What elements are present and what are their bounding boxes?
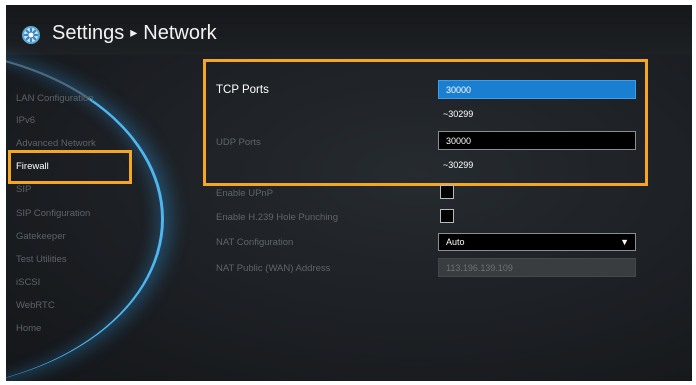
sidebar-item-gatekeeper[interactable]: Gatekeeper bbox=[16, 231, 66, 242]
nat-public-address-label: NAT Public (WAN) Address bbox=[216, 263, 331, 274]
enable-h239-label: Enable H.239 Hole Punching bbox=[216, 212, 339, 223]
nat-configuration-select[interactable]: Auto ▼ bbox=[438, 233, 636, 251]
udp-ports-range: ~30299 bbox=[443, 160, 474, 170]
enable-upnp-checkbox[interactable] bbox=[440, 185, 454, 199]
sidebar-item-sip-configuration[interactable]: SIP Configuration bbox=[16, 208, 90, 219]
sidebar-item-home[interactable]: Home bbox=[16, 323, 41, 334]
sidebar-item-test-utilities[interactable]: Test Utilities bbox=[16, 254, 67, 265]
enable-upnp-label: Enable UPnP bbox=[216, 188, 274, 199]
tcp-ports-input[interactable] bbox=[438, 80, 636, 99]
sidebar-item-advanced-network[interactable]: Advanced Network bbox=[16, 138, 96, 149]
sidebar-item-iscsi[interactable]: iSCSI bbox=[16, 277, 40, 288]
udp-ports-label: UDP Ports bbox=[216, 137, 261, 148]
tcp-ports-range: ~30299 bbox=[443, 109, 474, 119]
nat-configuration-label: NAT Configuration bbox=[216, 237, 294, 248]
sidebar-item-firewall[interactable]: Firewall bbox=[16, 161, 49, 172]
ports-highlight-box bbox=[203, 59, 648, 186]
sidebar-item-ipv6[interactable]: IPv6 bbox=[16, 115, 35, 126]
sidebar-nav: LAN Configuration IPv6 Advanced Network … bbox=[6, 5, 196, 381]
sidebar-item-sip[interactable]: SIP bbox=[16, 184, 31, 195]
nat-configuration-value: Auto bbox=[446, 237, 465, 247]
enable-h239-checkbox[interactable] bbox=[440, 209, 454, 223]
settings-screen: Settings ▸ Network LAN Configuration IPv6 … bbox=[6, 5, 692, 381]
tcp-ports-label: TCP Ports bbox=[216, 84, 269, 96]
udp-ports-input[interactable] bbox=[438, 131, 636, 150]
sidebar-item-webrtc[interactable]: WebRTC bbox=[16, 300, 55, 311]
sidebar-item-lan-configuration[interactable]: LAN Configuration bbox=[16, 93, 94, 104]
chevron-down-icon: ▼ bbox=[620, 237, 629, 247]
nat-public-address-input bbox=[438, 258, 636, 277]
